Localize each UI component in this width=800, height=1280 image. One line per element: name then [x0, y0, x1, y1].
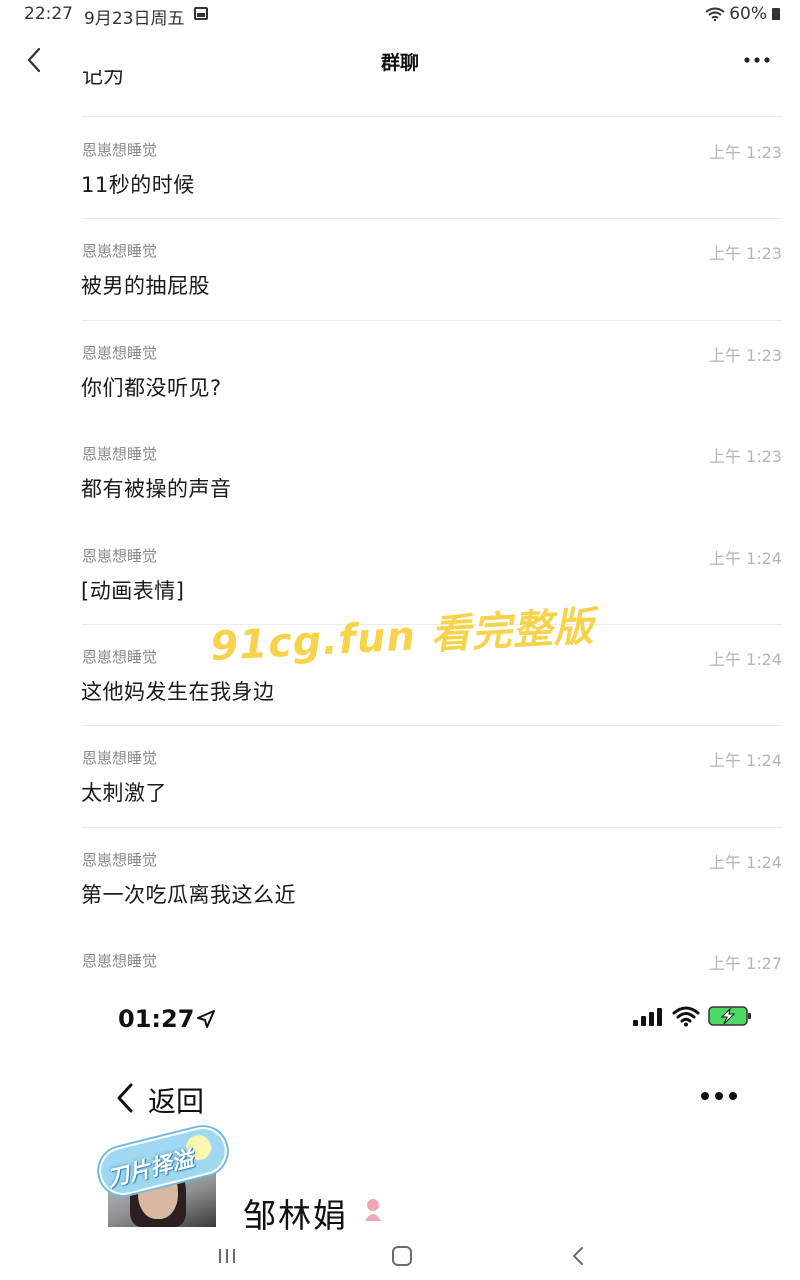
message-text: 第一次吃瓜离我这么近	[81, 883, 296, 907]
message-text: 这他妈发生在我身边	[81, 680, 275, 704]
location-arrow-icon	[197, 1010, 215, 1028]
message-text: [动画表情]	[81, 579, 185, 603]
message-item[interactable]: 恩崽想睡觉 上午 1:23 你们都没听见?	[0, 320, 800, 421]
back-button[interactable]: 返回	[148, 1080, 204, 1120]
message-item[interactable]: 恩崽想睡觉 上午 1:23 11秒的时候	[0, 117, 800, 218]
recents-icon[interactable]	[218, 1248, 236, 1264]
embedded-nav-bar: 返回	[0, 1070, 800, 1130]
status-date: 9月23日周五	[84, 9, 185, 29]
wifi-icon	[672, 1006, 700, 1027]
message-time: 上午 1:24	[708, 549, 782, 568]
message-time: 上午 1:23	[708, 346, 782, 365]
message-time: 上午 1:24	[708, 853, 782, 872]
wifi-icon	[705, 7, 725, 21]
message-text-fragment: 记为	[82, 70, 124, 88]
system-nav-bar	[0, 1230, 800, 1280]
home-icon[interactable]	[392, 1246, 412, 1266]
message-time: 上午 1:24	[708, 650, 782, 669]
message-sender: 恩崽想睡觉	[82, 749, 158, 767]
female-icon	[365, 1199, 381, 1221]
cellular-signal-icon	[633, 1008, 662, 1026]
message-time: 上午 1:23	[708, 447, 782, 466]
status-time: 22:27	[24, 4, 73, 24]
message-sender: 恩崽想睡觉	[82, 344, 158, 362]
message-sender: 恩崽想睡觉	[82, 242, 158, 260]
back-icon[interactable]	[571, 1246, 585, 1266]
message-sender: 恩崽想睡觉	[82, 952, 158, 970]
message-item[interactable]: 恩崽想睡觉 上午 1:23 都有被操的声音	[0, 421, 800, 522]
status-bar: 22:27 9月23日周五 60%	[0, 0, 800, 30]
message-time: 上午 1:27	[708, 954, 782, 973]
message-time: 上午 1:24	[708, 751, 782, 770]
message-text: 太刺激了	[81, 781, 167, 805]
message-item[interactable]: 恩崽想睡觉 上午 1:24 太刺激了	[0, 725, 800, 826]
message-text: 被男的抽屁股	[81, 274, 210, 298]
image-icon	[194, 7, 208, 20]
more-dots-icon[interactable]	[700, 1090, 738, 1102]
battery-charging-icon	[708, 1006, 751, 1026]
battery-icon	[772, 8, 780, 20]
message-list[interactable]: 记为 恩崽想睡觉 上午 1:23 11秒的时候 恩崽想睡觉 上午 1:23 被男…	[0, 70, 800, 985]
status-right: 60%	[705, 4, 780, 24]
message-sender: 恩崽想睡觉	[82, 445, 158, 463]
message-text: 11秒的时候	[81, 173, 195, 197]
embedded-status-time: 01:27	[118, 1005, 195, 1033]
chevron-left-icon[interactable]	[114, 1082, 136, 1114]
battery-percent: 60%	[729, 4, 767, 24]
message-time: 上午 1:23	[708, 143, 782, 162]
message-sender: 恩崽想睡觉	[82, 648, 158, 666]
embedded-profile-header: 刀片择溢 邹林娟	[0, 1121, 800, 1235]
embedded-status-bar: 01:27	[0, 995, 800, 1045]
more-dots-icon[interactable]	[744, 56, 770, 64]
message-time: 上午 1:23	[708, 244, 782, 263]
message-item[interactable]: 恩崽想睡觉 上午 1:23 被男的抽屁股	[0, 218, 800, 319]
message-sender: 恩崽想睡觉	[82, 547, 158, 565]
message-item[interactable]: 恩崽想睡觉 上午 1:27	[0, 928, 800, 985]
message-text: 你们都没听见?	[81, 376, 222, 400]
message-sender: 恩崽想睡觉	[82, 851, 158, 869]
message-sender: 恩崽想睡觉	[82, 141, 158, 159]
message-item[interactable]: 恩崽想睡觉 上午 1:24 第一次吃瓜离我这么近	[0, 827, 800, 928]
message-text: 都有被操的声音	[81, 477, 232, 501]
